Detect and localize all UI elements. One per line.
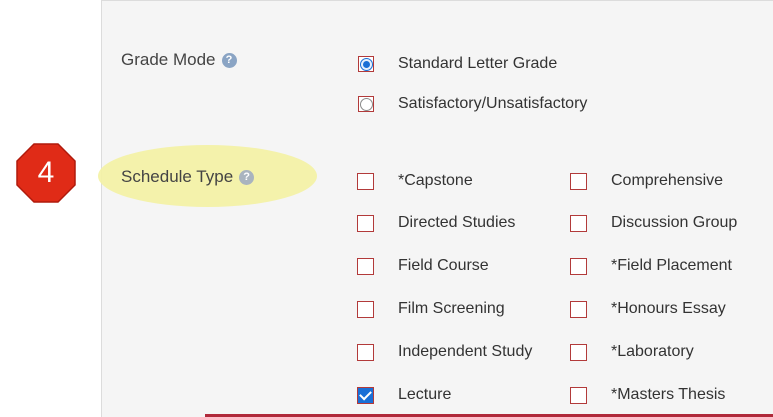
option-label: Film Screening (398, 300, 505, 317)
checkbox-field-course[interactable] (357, 257, 374, 275)
schedule-type-option[interactable]: *Capstone (357, 172, 473, 190)
schedule-type-option[interactable]: Directed Studies (357, 214, 515, 232)
step-number-badge: 4 (14, 141, 78, 205)
checkbox-field-placement[interactable] (570, 257, 587, 275)
schedule-type-option[interactable]: *Honours Essay (570, 300, 726, 318)
checkbox-masters-thesis[interactable] (570, 386, 587, 404)
option-label: Independent Study (398, 343, 533, 360)
help-icon[interactable]: ? (239, 169, 255, 185)
checkbox-independent-study[interactable] (357, 343, 374, 361)
schedule-type-option[interactable]: Lecture (357, 386, 451, 404)
checkbox-lecture[interactable] (357, 386, 374, 404)
grade-mode-label: Grade Mode ? (121, 50, 237, 70)
checkbox-film-screening[interactable] (357, 300, 374, 318)
option-label: *Capstone (398, 172, 473, 189)
option-label: *Field Placement (611, 257, 732, 274)
option-label: Field Course (398, 257, 489, 274)
checkbox-honours-essay[interactable] (570, 300, 587, 318)
option-label: *Masters Thesis (611, 386, 726, 403)
grade-mode-option[interactable]: Satisfactory/Unsatisfactory (358, 95, 587, 113)
schedule-type-option[interactable]: *Masters Thesis (570, 386, 725, 404)
option-label: Satisfactory/Unsatisfactory (398, 95, 588, 112)
schedule-type-option[interactable]: Independent Study (357, 343, 532, 361)
grade-mode-label-text: Grade Mode (121, 50, 216, 69)
schedule-type-option[interactable]: *Field Placement (570, 257, 732, 275)
schedule-type-option[interactable]: Comprehensive (570, 172, 723, 190)
option-label: Comprehensive (611, 172, 724, 189)
help-icon[interactable]: ? (221, 52, 237, 68)
schedule-type-option[interactable]: Discussion Group (570, 214, 737, 232)
schedule-type-option[interactable]: Film Screening (357, 300, 505, 318)
option-label: *Laboratory (611, 343, 694, 360)
step-number: 4 (37, 156, 55, 189)
option-label: Standard Letter Grade (398, 55, 558, 72)
schedule-type-label: Schedule Type ? (121, 167, 255, 187)
schedule-type-option[interactable]: *Laboratory (570, 343, 694, 361)
checkbox-comprehensive[interactable] (570, 172, 587, 190)
schedule-type-option[interactable]: Field Course (357, 257, 489, 275)
option-label: Lecture (398, 386, 452, 403)
checkbox-discussion-group[interactable] (570, 214, 587, 232)
schedule-type-label-text: Schedule Type (121, 167, 234, 186)
grade-mode-option[interactable]: Standard Letter Grade (358, 55, 557, 73)
radio-button-satisfactory[interactable] (358, 96, 374, 112)
option-label: Discussion Group (611, 214, 738, 231)
checkbox-directed-studies[interactable] (357, 214, 374, 232)
checkbox-capstone[interactable] (357, 172, 374, 190)
option-label: *Honours Essay (611, 300, 726, 317)
radio-button-standard-letter-grade[interactable] (358, 56, 374, 72)
checkbox-laboratory[interactable] (570, 343, 587, 361)
option-label: Directed Studies (398, 214, 516, 231)
